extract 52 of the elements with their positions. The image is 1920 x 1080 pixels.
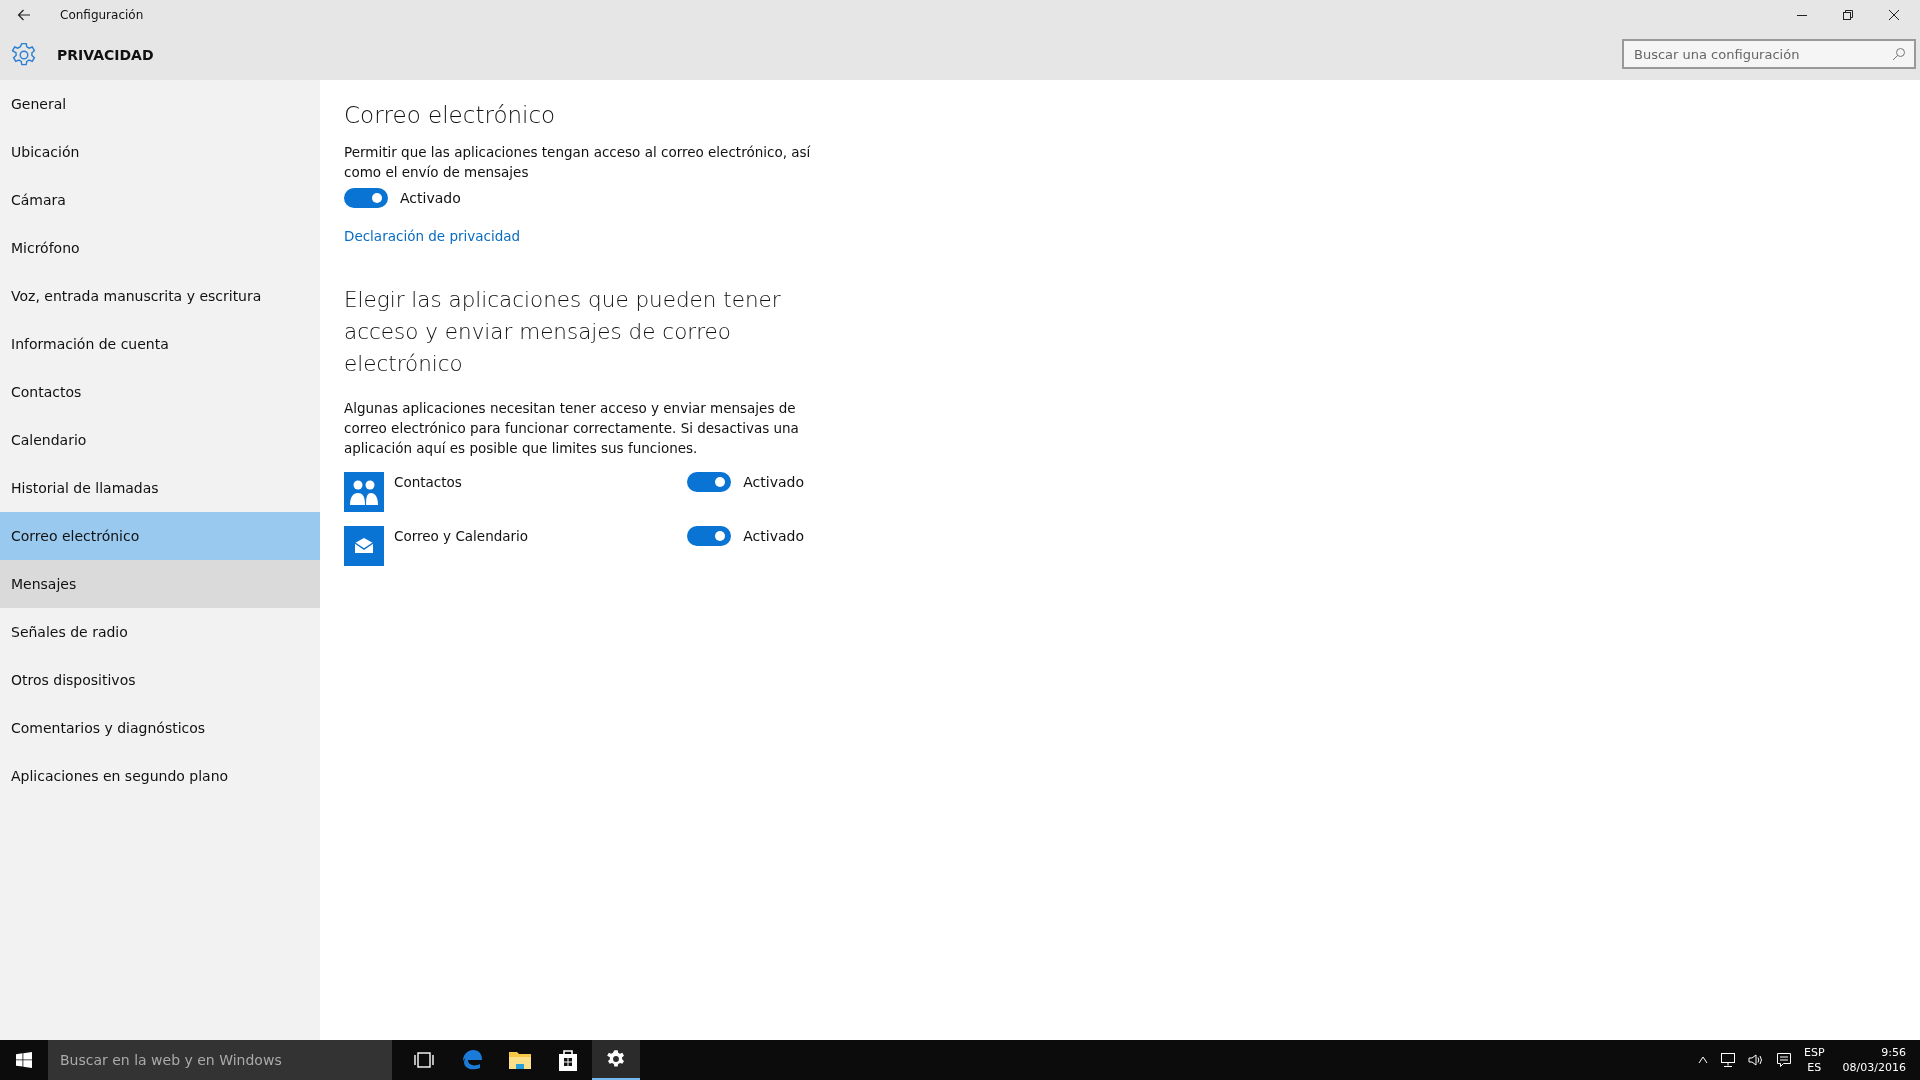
caret-up-icon[interactable] <box>1698 1056 1708 1064</box>
back-arrow-icon[interactable] <box>17 9 31 21</box>
folder-icon <box>508 1049 532 1071</box>
toggle-label: Activado <box>400 190 461 206</box>
section-heading: Correo electrónico <box>344 102 557 128</box>
sidebar-item[interactable]: Micrófono <box>0 224 320 272</box>
toggle-label: Activado <box>743 474 804 490</box>
toggle-label: Activado <box>743 528 804 544</box>
sidebar-item[interactable]: Voz, entrada manuscrita y escritura <box>0 272 320 320</box>
sidebar-item[interactable]: Cámara <box>0 176 320 224</box>
sidebar-item[interactable]: Contactos <box>0 368 320 416</box>
toggle-switch[interactable] <box>344 188 388 208</box>
toggle-switch[interactable] <box>687 526 732 546</box>
sidebar-item[interactable]: Señales de radio <box>0 608 320 656</box>
sidebar-item[interactable]: Información de cuenta <box>0 320 320 368</box>
clock[interactable]: 9:56 08/03/2016 <box>1842 1045 1906 1075</box>
description-text: Algunas aplicaciones necesitan tener acceso y enviar mensajes de correo electrónico para funcionar correctamente. Si desactivas una aplicación aquí es posible que limites sus funciones. <box>344 399 800 458</box>
notification-icon[interactable] <box>1776 1052 1792 1068</box>
description-text: Permitir que las aplicaciones tengan acceso al correo electrónico, así como el envío de mensajes <box>344 143 812 182</box>
browser-logo-icon <box>460 1048 484 1072</box>
sidebar-item[interactable]: General <box>0 80 320 128</box>
privacy-link[interactable]: Declaración de privacidad <box>344 228 521 244</box>
window-title: Configuración <box>60 8 144 22</box>
network-icon[interactable] <box>1720 1052 1736 1068</box>
page-title: PRIVACIDAD <box>57 47 154 63</box>
language-indicator[interactable]: ESP ES <box>1804 1045 1825 1075</box>
app-name: Correo y Calendario <box>394 528 529 544</box>
search-icon[interactable] <box>1892 47 1906 61</box>
search-field[interactable]: Buscar una configuración <box>1622 39 1916 69</box>
close-icon[interactable] <box>1888 9 1900 21</box>
section-heading: Elegir las aplicaciones que pueden tener acceso y enviar mensajes de correo electrónico <box>344 286 782 378</box>
sidebar-item[interactable]: Comentarios y diagnósticos <box>0 704 320 752</box>
sidebar-item[interactable]: Aplicaciones en segundo plano <box>0 752 320 800</box>
app-name: Contactos <box>394 474 462 490</box>
windows-start-icon[interactable] <box>16 1052 32 1068</box>
sidebar-item[interactable]: Ubicación <box>0 128 320 176</box>
sidebar-item[interactable]: Otros dispositivos <box>0 656 320 704</box>
task-view-icon <box>413 1052 435 1068</box>
sidebar-item[interactable]: Historial de llamadas <box>0 464 320 512</box>
sidebar-item[interactable]: Mensajes <box>0 560 320 608</box>
people-icon <box>344 472 384 512</box>
toggle-switch[interactable] <box>687 472 732 492</box>
gear-icon <box>606 1049 626 1069</box>
gear-icon <box>11 42 37 68</box>
shopping-bag-icon <box>557 1048 579 1072</box>
gear-button[interactable] <box>592 1040 640 1080</box>
envelope-icon <box>344 526 384 566</box>
restore-icon[interactable] <box>1842 9 1854 21</box>
volume-icon[interactable] <box>1748 1053 1764 1067</box>
taskbar-search-field[interactable]: Buscar en la web y en Windows <box>48 1040 392 1080</box>
sidebar-item[interactable]: Calendario <box>0 416 320 464</box>
sidebar-item[interactable]: Correo electrónico <box>0 512 320 560</box>
